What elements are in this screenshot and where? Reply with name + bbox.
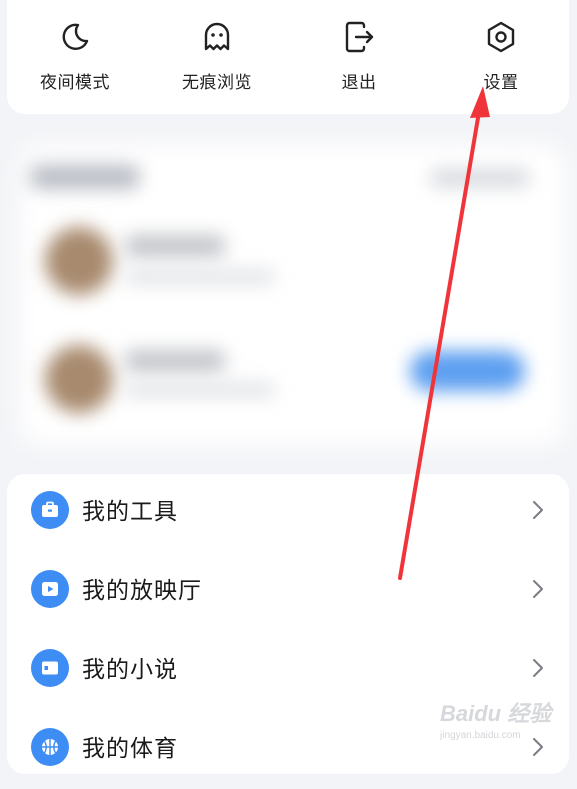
- blurred-text: [125, 235, 225, 257]
- menu-item-label: 我的小说: [82, 657, 178, 683]
- watermark-url: jingyan.baidu.com: [440, 730, 521, 741]
- blurred-avatar: [45, 227, 113, 295]
- blurred-text: [125, 350, 225, 372]
- chevron-right-icon: [533, 659, 543, 677]
- blurred-avatar: [45, 345, 113, 413]
- watermark: Baidu 经验 jingyan.baidu.com: [440, 696, 570, 746]
- menu-item-label: 我的放映厅: [82, 578, 202, 604]
- blurred-heading: [30, 165, 140, 189]
- logout-button[interactable]: 退出: [299, 20, 419, 93]
- blurred-content-area: [0, 125, 577, 455]
- settings-label: 设置: [483, 73, 519, 93]
- blurred-button: [410, 351, 525, 391]
- menu-item-theater[interactable]: 我的放映厅: [7, 553, 569, 631]
- watermark-logo-text: Baidu 经验: [440, 701, 552, 726]
- play-screen-icon: [31, 570, 69, 608]
- moon-icon: [62, 23, 89, 50]
- incognito-button[interactable]: 无痕浏览: [157, 20, 277, 93]
- logout-icon: [345, 21, 374, 53]
- book-icon: [31, 649, 69, 687]
- incognito-label: 无痕浏览: [182, 73, 252, 93]
- basketball-icon: [31, 728, 69, 766]
- night-mode-button[interactable]: 夜间模式: [15, 20, 135, 93]
- settings-button[interactable]: 设置: [441, 20, 561, 93]
- quick-tools-panel: 夜间模式 无痕浏览 退出 设置: [7, 0, 569, 114]
- toolbox-icon: [31, 491, 69, 529]
- blurred-text: [125, 383, 275, 397]
- logout-label: 退出: [341, 73, 377, 93]
- menu-item-label: 我的工具: [82, 499, 178, 525]
- chevron-right-icon: [533, 501, 543, 519]
- ghost-icon: [204, 22, 230, 51]
- night-mode-label: 夜间模式: [40, 73, 110, 93]
- settings-hexagon-icon: [487, 21, 515, 53]
- blurred-link: [430, 169, 530, 187]
- menu-item-tools[interactable]: 我的工具: [7, 474, 569, 552]
- blurred-text: [125, 270, 275, 284]
- chevron-right-icon: [533, 580, 543, 598]
